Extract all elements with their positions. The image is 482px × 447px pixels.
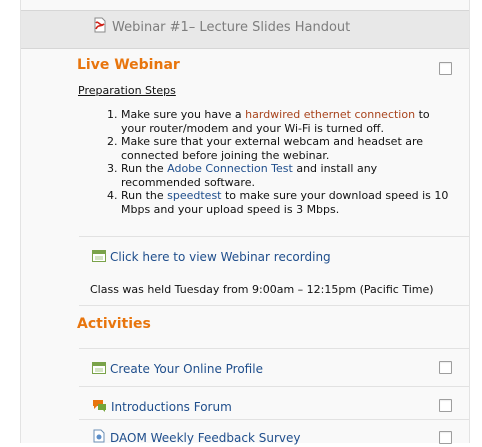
divider [79, 305, 469, 306]
create-profile-label[interactable]: Create Your Online Profile [110, 362, 263, 376]
feedback-icon [92, 428, 106, 447]
list-item: Run the Adobe Connection Test and instal… [121, 162, 451, 189]
introductions-forum-checkbox[interactable] [439, 399, 452, 412]
preparation-steps-heading: Preparation Steps [78, 84, 176, 97]
introductions-forum-link[interactable]: Introductions Forum [92, 397, 232, 416]
live-webinar-checkbox[interactable] [439, 62, 452, 75]
page-icon [92, 247, 106, 266]
divider [79, 419, 469, 420]
list-item: Make sure that your external webcam and … [121, 135, 451, 162]
create-profile-link[interactable]: Create Your Online Profile [92, 359, 263, 378]
list-item: Run the speedtest to make sure your down… [121, 189, 451, 216]
activities-heading: Activities [77, 316, 151, 332]
pdf-file-icon [93, 17, 107, 37]
feedback-survey-link[interactable]: DAOM Weekly Feedback Survey [92, 428, 300, 447]
introductions-forum-label[interactable]: Introductions Forum [111, 400, 232, 414]
page-icon [92, 359, 106, 378]
forum-icon [92, 397, 107, 416]
class-time-note: Class was held Tuesday from 9:00am – 12:… [90, 283, 434, 296]
live-webinar-heading: Live Webinar [77, 57, 180, 73]
divider [79, 348, 469, 349]
create-profile-checkbox[interactable] [439, 361, 452, 374]
course-content-panel: Webinar #1– Lecture Slides Handout Live … [20, 0, 470, 445]
feedback-survey-checkbox[interactable] [439, 431, 452, 444]
list-item: Make sure you have a hardwired ethernet … [121, 108, 451, 135]
speedtest-link[interactable]: speedtest [167, 189, 221, 202]
webinar-recording-link[interactable]: Click here to view Webinar recording [92, 247, 331, 266]
handout-title[interactable]: Webinar #1– Lecture Slides Handout [112, 20, 350, 35]
hardwired-ethernet-link[interactable]: hardwired ethernet connection [245, 108, 415, 121]
preparation-steps-list: Make sure you have a hardwired ethernet … [101, 108, 451, 216]
divider [79, 386, 469, 387]
adobe-connection-test-link[interactable]: Adobe Connection Test [167, 162, 293, 175]
feedback-survey-label[interactable]: DAOM Weekly Feedback Survey [110, 431, 300, 445]
webinar-recording-label[interactable]: Click here to view Webinar recording [110, 250, 331, 264]
divider [79, 236, 469, 237]
